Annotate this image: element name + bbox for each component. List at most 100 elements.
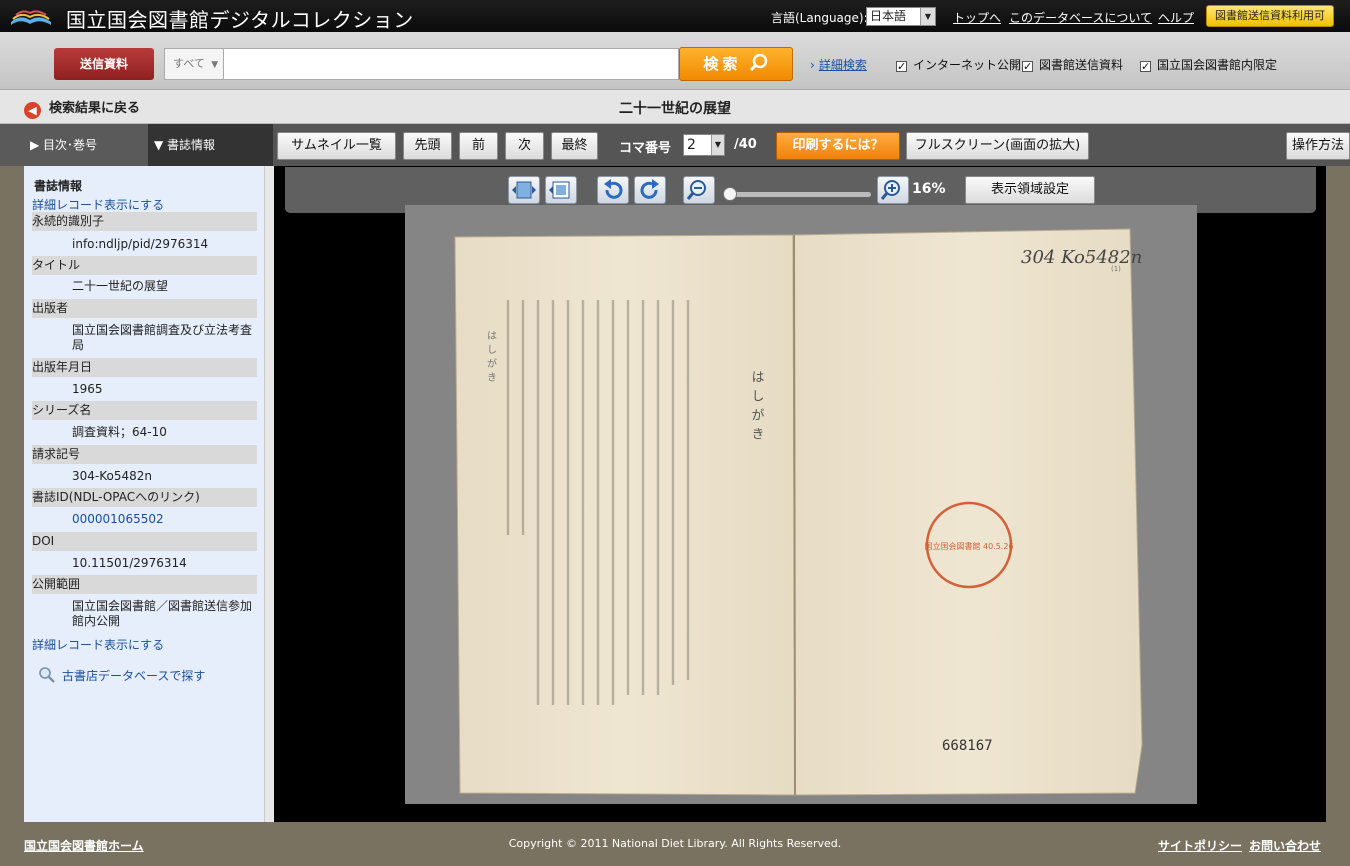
field-value: 1965	[72, 382, 103, 396]
transmission-materials-button[interactable]: 送信資料	[54, 48, 154, 80]
used-books-search-label: 古書店データベースで探す	[62, 669, 206, 683]
advanced-search-link[interactable]: › 詳細検索	[810, 56, 867, 73]
next-page-button[interactable]: 次	[505, 132, 544, 160]
prev-page-button[interactable]: 前	[459, 132, 498, 160]
field-label: DOI	[32, 532, 257, 551]
field-label: シリーズ名	[32, 401, 257, 420]
zoom-out-icon	[686, 180, 706, 200]
search-bar: 送信資料 すべて ▼ 検索 › 詳細検索 ✓ インターネット公開 ✓ 図書館送信資料 …	[0, 32, 1350, 90]
search-scope-select[interactable]: すべて ▼	[164, 48, 224, 80]
rotate-left-icon	[604, 179, 623, 199]
detail-record-link[interactable]: 詳細レコード表示にする	[32, 196, 164, 213]
detail-record-link[interactable]: 詳細レコード表示にする	[32, 636, 164, 653]
back-arrow-icon: ◀	[24, 102, 41, 119]
copyright: Copyright © 2011 National Diet Library. …	[508, 837, 842, 850]
tab-toc[interactable]: ▶ 目次･巻号	[0, 124, 148, 166]
thumbnails-button[interactable]: サムネイル一覧	[277, 132, 396, 160]
field-label: 出版年月日	[32, 358, 257, 377]
site-title[interactable]: 国立国会図書館デジタルコレクション	[66, 4, 414, 33]
viewer-toolbar: ▶ 目次･巻号 ▼ 書誌情報 サムネイル一覧 先頭 前 次 最終 コマ番号 2 …	[0, 124, 1350, 166]
zoom-in-button[interactable]	[877, 176, 909, 204]
sidebar-heading: 書誌情報	[34, 179, 83, 193]
search-button[interactable]: 検索	[679, 47, 793, 81]
handwritten-call-number-text: 304 Ko5482n	[1021, 247, 1142, 268]
frame-total: /40	[734, 137, 757, 152]
field-value: 調査資料；64-10	[72, 425, 167, 439]
rotate-right-button[interactable]	[634, 176, 666, 204]
zoom-in-icon	[880, 180, 900, 200]
dropdown-arrow-icon: ▼	[711, 135, 724, 155]
checkbox-checked-icon: ✓	[1022, 60, 1033, 73]
filter-internet-checkbox[interactable]: ✓ インターネット公開	[896, 56, 1021, 73]
search-input[interactable]	[223, 48, 679, 80]
language-value: 日本語	[870, 9, 907, 23]
magnifier-icon	[39, 667, 55, 683]
field-value: info:ndljp/pid/2976314	[72, 237, 209, 251]
title-bar: 二十一世紀の展望 ◀ 検索結果に戻る	[0, 90, 1350, 124]
filter-ndl-only-label: 国立国会図書館内限定	[1157, 58, 1278, 72]
zoom-out-button[interactable]	[683, 176, 715, 204]
language-select[interactable]: 日本語 ▼	[866, 7, 936, 26]
filter-internet-label: インターネット公開	[913, 58, 1022, 72]
field-label: 公開範囲	[32, 575, 257, 594]
page-running-head-text: はしがき	[485, 330, 497, 386]
fit-height-button[interactable]	[545, 176, 577, 204]
rotate-left-button[interactable]	[597, 176, 629, 204]
page-scan-image[interactable]: はしがき はしがき 304 Ko5482n (1) 国立国会図書館 40.5.2…	[405, 205, 1197, 804]
advanced-search-label: 詳細検索	[818, 58, 867, 72]
last-page-button[interactable]: 最終	[551, 132, 598, 160]
fit-width-icon	[512, 181, 536, 199]
field-label: タイトル	[32, 256, 257, 275]
frame-number-label: コマ番号	[619, 141, 672, 156]
fit-height-icon	[549, 181, 570, 199]
dropdown-arrow-icon: ▼	[920, 8, 935, 25]
top-link[interactable]: トップへ	[953, 9, 1001, 26]
page-corner-number-text: (1)	[1111, 265, 1121, 273]
tab-bibliographic-info[interactable]: ▼ 書誌情報	[148, 124, 273, 166]
back-to-results-link[interactable]: ◀ 検索結果に戻る	[24, 97, 140, 119]
howto-button[interactable]: 操作方法	[1286, 132, 1350, 160]
page-title: 二十一世紀の展望	[619, 101, 731, 117]
dropdown-arrow-icon: ▼	[211, 60, 219, 70]
contact-link[interactable]: お問い合わせ	[1249, 837, 1321, 854]
back-to-results-label: 検索結果に戻る	[49, 101, 141, 116]
about-database-link[interactable]: このデータベースについて	[1009, 9, 1152, 26]
display-area-button[interactable]: 表示領域設定	[965, 176, 1095, 204]
filter-ndl-only-checkbox[interactable]: ✓ 国立国会図書館内限定	[1140, 56, 1277, 73]
print-help-button[interactable]: 印刷するには？	[776, 132, 900, 160]
help-link[interactable]: ヘルプ	[1158, 9, 1194, 26]
field-label: 書誌ID(NDL-OPACへのリンク)	[32, 488, 257, 507]
field-label: 出版者	[32, 299, 257, 318]
filter-library-transmission-checkbox[interactable]: ✓ 図書館送信資料	[1022, 56, 1123, 73]
search-icon	[749, 53, 767, 72]
zoom-slider[interactable]	[726, 192, 871, 197]
rotate-right-icon	[640, 179, 659, 199]
search-button-label: 検索	[703, 55, 742, 73]
first-page-button[interactable]: 先頭	[403, 132, 452, 160]
accession-number-text: 668167	[942, 738, 993, 754]
frame-number-select[interactable]: 2 ▼	[683, 134, 725, 156]
page-heading-text: はしがき	[749, 370, 765, 446]
used-books-search-link[interactable]: 古書店データベースで探す	[38, 666, 205, 684]
top-bar: 国立国会図書館デジタルコレクション 言語(Language): 日本語 ▼ トッ…	[0, 0, 1350, 32]
stamp-text: 国立国会図書館 40.5.26	[924, 541, 1013, 551]
frame-number-value: 2	[687, 137, 696, 153]
zoom-slider-handle[interactable]	[723, 187, 737, 201]
field-label: 請求記号	[32, 445, 257, 464]
field-label: 永続的識別子	[32, 212, 257, 231]
footer: 国立国会図書館ホーム Copyright © 2011 National Die…	[0, 822, 1350, 866]
library-logo-icon	[11, 10, 51, 25]
site-policy-link[interactable]: サイトポリシー	[1158, 837, 1242, 854]
checkbox-checked-icon: ✓	[896, 60, 907, 73]
sidebar-scrollbar[interactable]	[264, 166, 274, 822]
field-value: 二十一世紀の展望	[72, 279, 169, 293]
zoom-percent: 16%	[912, 181, 946, 197]
chevron-right-icon: ›	[810, 58, 815, 72]
language-label: 言語(Language):	[771, 11, 868, 25]
opac-link[interactable]: 000001065502	[72, 512, 257, 527]
field-value: 国立国会図書館調査及び立法考査局	[72, 323, 253, 352]
filter-library-transmission-label: 図書館送信資料	[1039, 58, 1124, 72]
fit-page-button[interactable]	[508, 176, 540, 204]
fullscreen-button[interactable]: フルスクリーン(画面の拡大)	[906, 132, 1089, 160]
library-transmission-button[interactable]: 図書館送信資料利用可	[1206, 5, 1334, 27]
